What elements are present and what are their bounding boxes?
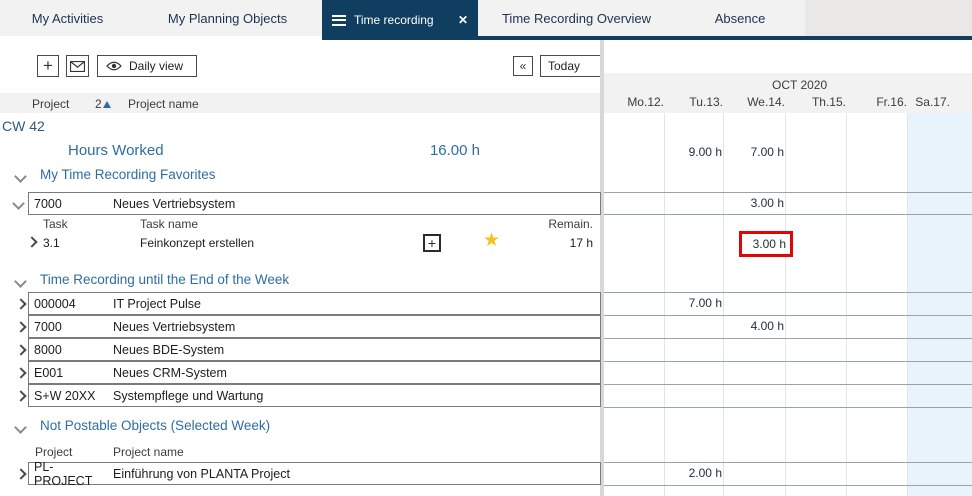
tab-label: Time Recording Overview [502, 11, 651, 26]
project-id-cell[interactable]: S+W 20XX [28, 384, 109, 407]
left-column-header: Project 2 Project name [0, 93, 600, 113]
day-label-mo: Mo.12. [606, 95, 664, 109]
row-hours-tu[interactable]: 7.00 h [667, 296, 723, 310]
project-name-cell[interactable]: Neues Vertriebsystem [108, 315, 601, 338]
expand-icon[interactable] [17, 323, 25, 331]
add-button[interactable]: + [37, 55, 59, 77]
project-name-cell[interactable]: Einführung von PLANTA Project [108, 462, 601, 485]
grid-column-line [907, 113, 908, 496]
hours-worked-tu: 9.00 h [667, 145, 723, 159]
expand-icon[interactable] [17, 346, 25, 354]
envelope-icon [70, 61, 85, 72]
time-recording-app: My Activities My Planning Objects Time R… [0, 0, 972, 496]
grid-row-line [604, 214, 972, 215]
menu-icon[interactable] [332, 15, 346, 26]
project-name-cell[interactable]: IT Project Pulse [108, 292, 601, 315]
project-hours-we[interactable]: 3.00 h [729, 196, 785, 210]
section-week-recording-title[interactable]: Time Recording until the End of the Week [40, 272, 289, 287]
tab-time-recording-overview[interactable]: Time Recording Overview [478, 0, 675, 36]
project-name-cell[interactable]: Systempflege und Wartung [108, 384, 601, 407]
collapse-icon[interactable] [14, 199, 22, 207]
sort-asc-icon[interactable] [103, 101, 111, 108]
task-column-label: Task [43, 217, 68, 231]
grid-column-line [785, 113, 786, 496]
section-not-postable-title[interactable]: Not Postable Objects (Selected Week) [40, 418, 270, 433]
eye-icon [106, 61, 122, 71]
tab-label: Time recording [354, 13, 434, 27]
grid-row-line [604, 361, 972, 362]
day-label-tu: Tu.13. [665, 95, 723, 109]
hours-worked-total: 16.00 h [390, 142, 480, 159]
close-icon[interactable]: ✕ [458, 13, 468, 27]
task-id[interactable]: 3.1 [43, 236, 60, 250]
grid-row-line [604, 315, 972, 316]
grid-row-line [604, 407, 972, 408]
task-remaining-hours: 17 h [540, 236, 593, 250]
project-name-cell[interactable]: Neues Vertriebsystem [108, 192, 601, 215]
row-hours-we[interactable]: 4.00 h [729, 319, 785, 333]
expand-icon[interactable] [28, 238, 36, 246]
project-id-cell[interactable]: 7000 [28, 192, 109, 215]
grid-row-line [604, 292, 972, 293]
day-label-sa: Sa.17. [892, 95, 950, 109]
previous-week-button[interactable]: « [513, 56, 533, 76]
expand-icon[interactable] [17, 300, 25, 308]
day-label-th: Th.15. [788, 95, 846, 109]
expand-icon[interactable] [17, 369, 25, 377]
project-id-cell[interactable]: PL-PROJECT [28, 462, 109, 485]
grid-row-line [604, 384, 972, 385]
tab-time-recording-active[interactable]: Time recording ✕ [322, 0, 478, 40]
task-name[interactable]: Feinkonzept erstellen [140, 236, 254, 250]
sort-order-number[interactable]: 2 [95, 97, 102, 111]
mail-button[interactable] [66, 55, 89, 77]
project-column-label: Project [35, 445, 72, 459]
expand-icon[interactable] [17, 392, 25, 400]
project-name-column-label: Project name [113, 445, 184, 459]
tab-my-planning-objects[interactable]: My Planning Objects [135, 0, 320, 36]
task-name-column-label: Task name [140, 217, 198, 231]
hours-worked-label: Hours Worked [68, 142, 164, 159]
favorite-star-icon[interactable]: ★ [483, 229, 500, 252]
grid-column-line [723, 113, 724, 496]
grid-row-line [604, 338, 972, 339]
row-hours-tu[interactable]: 2.00 h [667, 466, 723, 480]
section-favorites-title[interactable]: My Time Recording Favorites [40, 167, 216, 182]
project-id-cell[interactable]: 8000 [28, 338, 109, 361]
collapse-icon[interactable] [16, 423, 24, 431]
selected-hours-cell[interactable]: 3.00 h [739, 231, 793, 257]
grid-row-line [604, 192, 972, 193]
project-id-cell[interactable]: 7000 [28, 315, 109, 338]
daily-view-button[interactable]: Daily view [97, 55, 197, 77]
grid-row-line [604, 462, 972, 463]
hours-worked-we: 7.00 h [729, 145, 785, 159]
day-label-we: We.14. [727, 95, 785, 109]
tab-label: My Planning Objects [168, 11, 287, 26]
calendar-week-label: CW 42 [2, 118, 45, 134]
tab-label: Absence [715, 11, 766, 26]
tab-absence[interactable]: Absence [675, 0, 805, 36]
today-label: Today [548, 59, 580, 73]
grid-column-line [664, 113, 665, 496]
project-name-cell[interactable]: Neues BDE-System [108, 338, 601, 361]
column-project[interactable]: Project [32, 97, 69, 111]
add-booking-button[interactable]: + [423, 234, 441, 252]
today-select[interactable]: Today [540, 55, 602, 77]
daily-view-label: Daily view [129, 59, 183, 73]
expand-icon[interactable] [17, 470, 25, 478]
month-label: OCT 2020 [772, 78, 827, 92]
remain-column-label: Remain. [530, 217, 593, 231]
project-id-cell[interactable]: 000004 [28, 292, 109, 315]
project-name-cell[interactable]: Neues CRM-System [108, 361, 601, 384]
tab-label: My Activities [32, 11, 104, 26]
tab-my-activities[interactable]: My Activities [0, 0, 135, 36]
tab-bar-filler [805, 0, 972, 36]
project-id-cell[interactable]: E001 [28, 361, 109, 384]
collapse-icon[interactable] [16, 277, 24, 285]
grid-row-line [604, 485, 972, 486]
collapse-icon[interactable] [16, 172, 24, 180]
grid-column-line [846, 113, 847, 496]
weekend-column-shading [907, 113, 972, 496]
column-project-name[interactable]: Project name [128, 97, 199, 111]
